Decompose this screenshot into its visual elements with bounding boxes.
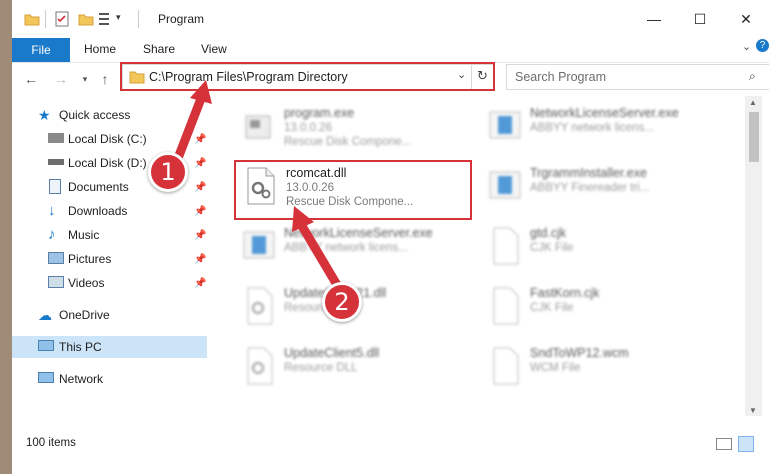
explorer-window: ▾ Program — ☐ ✕ File Home Share View ⌄ ?… bbox=[12, 0, 769, 474]
callout-badge-2: 2 bbox=[322, 282, 362, 322]
callout-badge-1: 1 bbox=[148, 152, 188, 192]
annotation-arrows bbox=[170, 80, 345, 295]
